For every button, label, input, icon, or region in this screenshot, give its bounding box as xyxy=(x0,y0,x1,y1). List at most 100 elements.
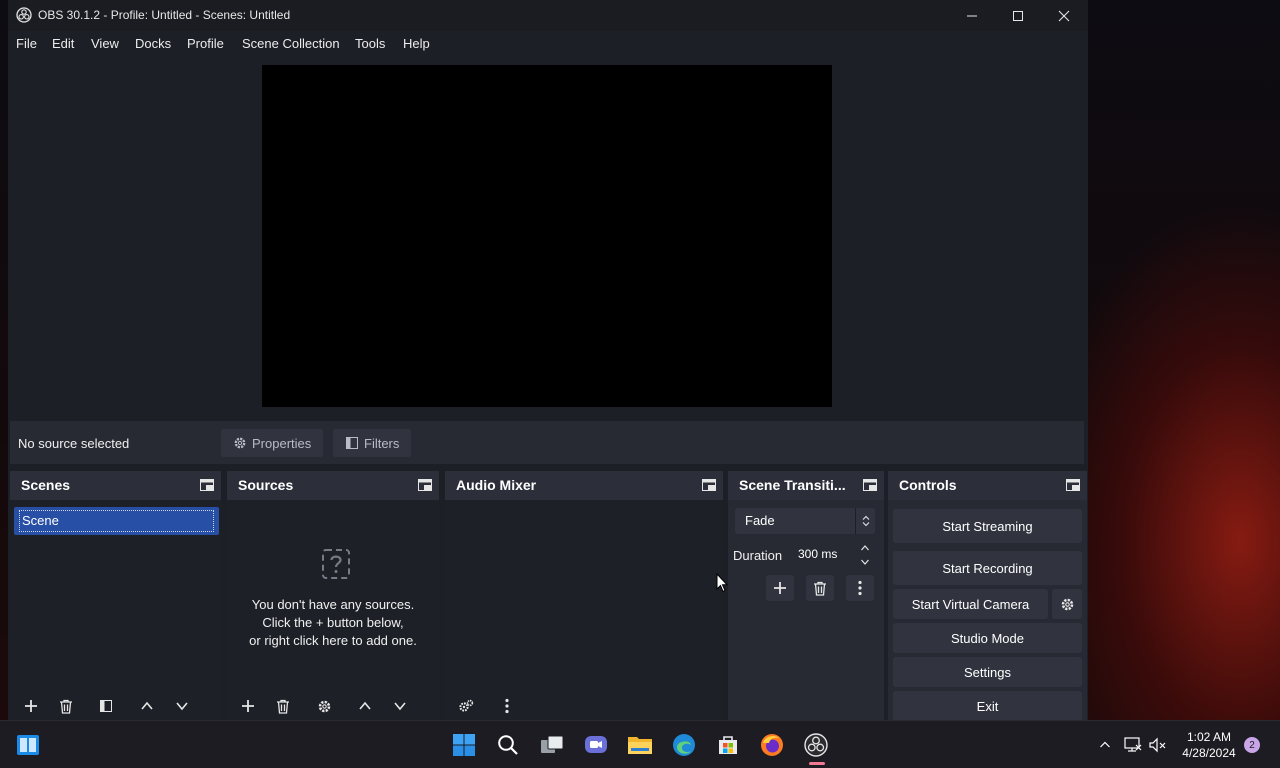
sources-list[interactable]: You don't have any sources. Click the + … xyxy=(227,500,439,720)
audio-mixer-dock-header[interactable]: Audio Mixer xyxy=(445,471,723,500)
scenes-list[interactable]: Scene xyxy=(10,500,221,720)
filters-button[interactable]: Filters xyxy=(333,429,412,457)
menu-help[interactable]: Help xyxy=(403,36,430,51)
file-explorer-icon xyxy=(628,737,652,754)
sources-dock: Sources You don't have any sources. Clic… xyxy=(227,471,439,720)
menu-file[interactable]: File xyxy=(16,36,37,51)
controls-dock: Controls Start Streaming Start Recording… xyxy=(888,471,1087,720)
scene-transitions-body: Fade Duration 300 ms xyxy=(728,500,884,720)
obs-window: OBS 30.1.2 - Profile: Untitled - Scenes:… xyxy=(8,0,1088,720)
empty-line-1: You don't have any sources. xyxy=(251,597,415,612)
chat-icon xyxy=(585,736,607,753)
volume-status-button[interactable] xyxy=(1148,735,1168,755)
gear-icon xyxy=(234,437,246,449)
more-vertical-icon xyxy=(858,580,862,596)
scenes-dock-header[interactable]: Scenes xyxy=(10,471,221,500)
preview-canvas[interactable] xyxy=(262,65,832,407)
move-source-down-button[interactable] xyxy=(386,693,414,719)
spin-up-icon[interactable] xyxy=(860,543,870,553)
taskbar-firefox-button[interactable] xyxy=(759,732,785,758)
scene-list-item[interactable]: Scene xyxy=(14,507,219,535)
search-icon xyxy=(498,735,518,755)
taskbar-clock[interactable]: 1:02 AM 4/28/2024 xyxy=(1176,729,1242,761)
remove-transition-button[interactable] xyxy=(806,575,834,601)
taskbar-edge-button[interactable] xyxy=(671,732,697,758)
question-mark-icon xyxy=(322,549,350,579)
scenes-title: Scenes xyxy=(21,477,71,493)
settings-button[interactable]: Settings xyxy=(893,657,1082,687)
mouse-pointer-icon xyxy=(716,573,728,593)
scene-filters-button[interactable] xyxy=(92,693,120,719)
plus-icon xyxy=(242,700,254,712)
task-view-icon xyxy=(541,735,564,753)
undock-icon[interactable] xyxy=(1065,477,1081,493)
taskbar-file-explorer-button[interactable] xyxy=(627,732,653,758)
windows-taskbar: 1:02 AM 4/28/2024 2 xyxy=(0,720,1280,768)
menu-edit[interactable]: Edit xyxy=(52,36,74,51)
add-transition-button[interactable] xyxy=(766,575,794,601)
clock-time: 1:02 AM xyxy=(1186,730,1232,744)
plus-icon xyxy=(774,582,786,594)
transition-select[interactable]: Fade xyxy=(735,508,875,534)
move-scene-down-button[interactable] xyxy=(168,693,196,719)
trash-icon xyxy=(60,699,72,714)
title-bar[interactable]: OBS 30.1.2 - Profile: Untitled - Scenes:… xyxy=(8,0,1088,31)
remove-scene-button[interactable] xyxy=(52,693,80,719)
source-toolbar: No source selected Properties Filters xyxy=(10,421,1084,464)
studio-mode-button[interactable]: Studio Mode xyxy=(893,623,1082,653)
show-hidden-icons-button[interactable] xyxy=(1095,735,1115,755)
undock-icon[interactable] xyxy=(199,477,215,493)
audio-mixer-settings-button[interactable] xyxy=(452,693,480,719)
sources-dock-header[interactable]: Sources xyxy=(227,471,439,500)
gear-icon xyxy=(318,700,330,712)
menu-view[interactable]: View xyxy=(91,36,119,51)
move-scene-up-button[interactable] xyxy=(133,693,161,719)
add-source-button[interactable] xyxy=(234,693,262,719)
remove-source-button[interactable] xyxy=(269,693,297,719)
exit-button[interactable]: Exit xyxy=(893,691,1082,720)
duration-label: Duration xyxy=(733,548,783,563)
add-scene-button[interactable] xyxy=(17,693,45,719)
menu-profile[interactable]: Profile xyxy=(187,36,224,51)
undock-icon[interactable] xyxy=(417,477,433,493)
undock-icon[interactable] xyxy=(701,477,717,493)
source-properties-button[interactable] xyxy=(310,693,338,719)
task-view-button[interactable] xyxy=(539,732,565,758)
start-streaming-button[interactable]: Start Streaming xyxy=(893,509,1082,543)
close-button[interactable] xyxy=(1041,0,1087,31)
start-recording-button[interactable]: Start Recording xyxy=(893,551,1082,585)
taskbar-chat-button[interactable] xyxy=(583,732,609,758)
minimize-button[interactable] xyxy=(949,0,995,31)
notification-badge[interactable]: 2 xyxy=(1244,737,1260,753)
undock-icon[interactable] xyxy=(862,477,878,493)
start-virtual-camera-button[interactable]: Start Virtual Camera xyxy=(893,589,1048,619)
transition-menu-button[interactable] xyxy=(846,575,874,601)
scene-transitions-dock-header[interactable]: Scene Transiti... xyxy=(728,471,884,500)
duration-spinbox[interactable]: 300 ms xyxy=(790,540,876,570)
menu-docks[interactable]: Docks xyxy=(135,36,171,51)
properties-button[interactable]: Properties xyxy=(221,429,324,457)
speaker-muted-icon xyxy=(1149,737,1166,753)
window-title: OBS 30.1.2 - Profile: Untitled - Scenes:… xyxy=(38,8,291,22)
network-status-button[interactable] xyxy=(1123,735,1143,755)
scene-item-label: Scene xyxy=(19,510,214,532)
transition-value: Fade xyxy=(745,513,775,528)
audio-mixer-menu-button[interactable] xyxy=(493,693,521,719)
controls-dock-header[interactable]: Controls xyxy=(888,471,1087,500)
maximize-button[interactable] xyxy=(995,0,1041,31)
virtual-camera-settings-button[interactable] xyxy=(1052,589,1082,619)
spin-down-icon[interactable] xyxy=(860,557,870,567)
taskbar-obs-button[interactable] xyxy=(803,732,829,758)
move-source-up-button[interactable] xyxy=(351,693,379,719)
taskbar-search-button[interactable] xyxy=(495,732,521,758)
start-button[interactable] xyxy=(451,732,477,758)
select-arrows-icon xyxy=(855,508,875,534)
menu-scene-collection[interactable]: Scene Collection xyxy=(242,36,340,51)
chevron-up-icon xyxy=(1100,741,1110,748)
taskbar-widget-button[interactable] xyxy=(15,732,41,758)
taskbar-store-button[interactable] xyxy=(715,732,741,758)
menu-bar: File Edit View Docks Profile Scene Colle… xyxy=(8,31,1088,56)
empty-line-3: or right click here to add one. xyxy=(249,633,417,648)
menu-tools[interactable]: Tools xyxy=(355,36,385,51)
maximize-icon xyxy=(1013,10,1023,21)
